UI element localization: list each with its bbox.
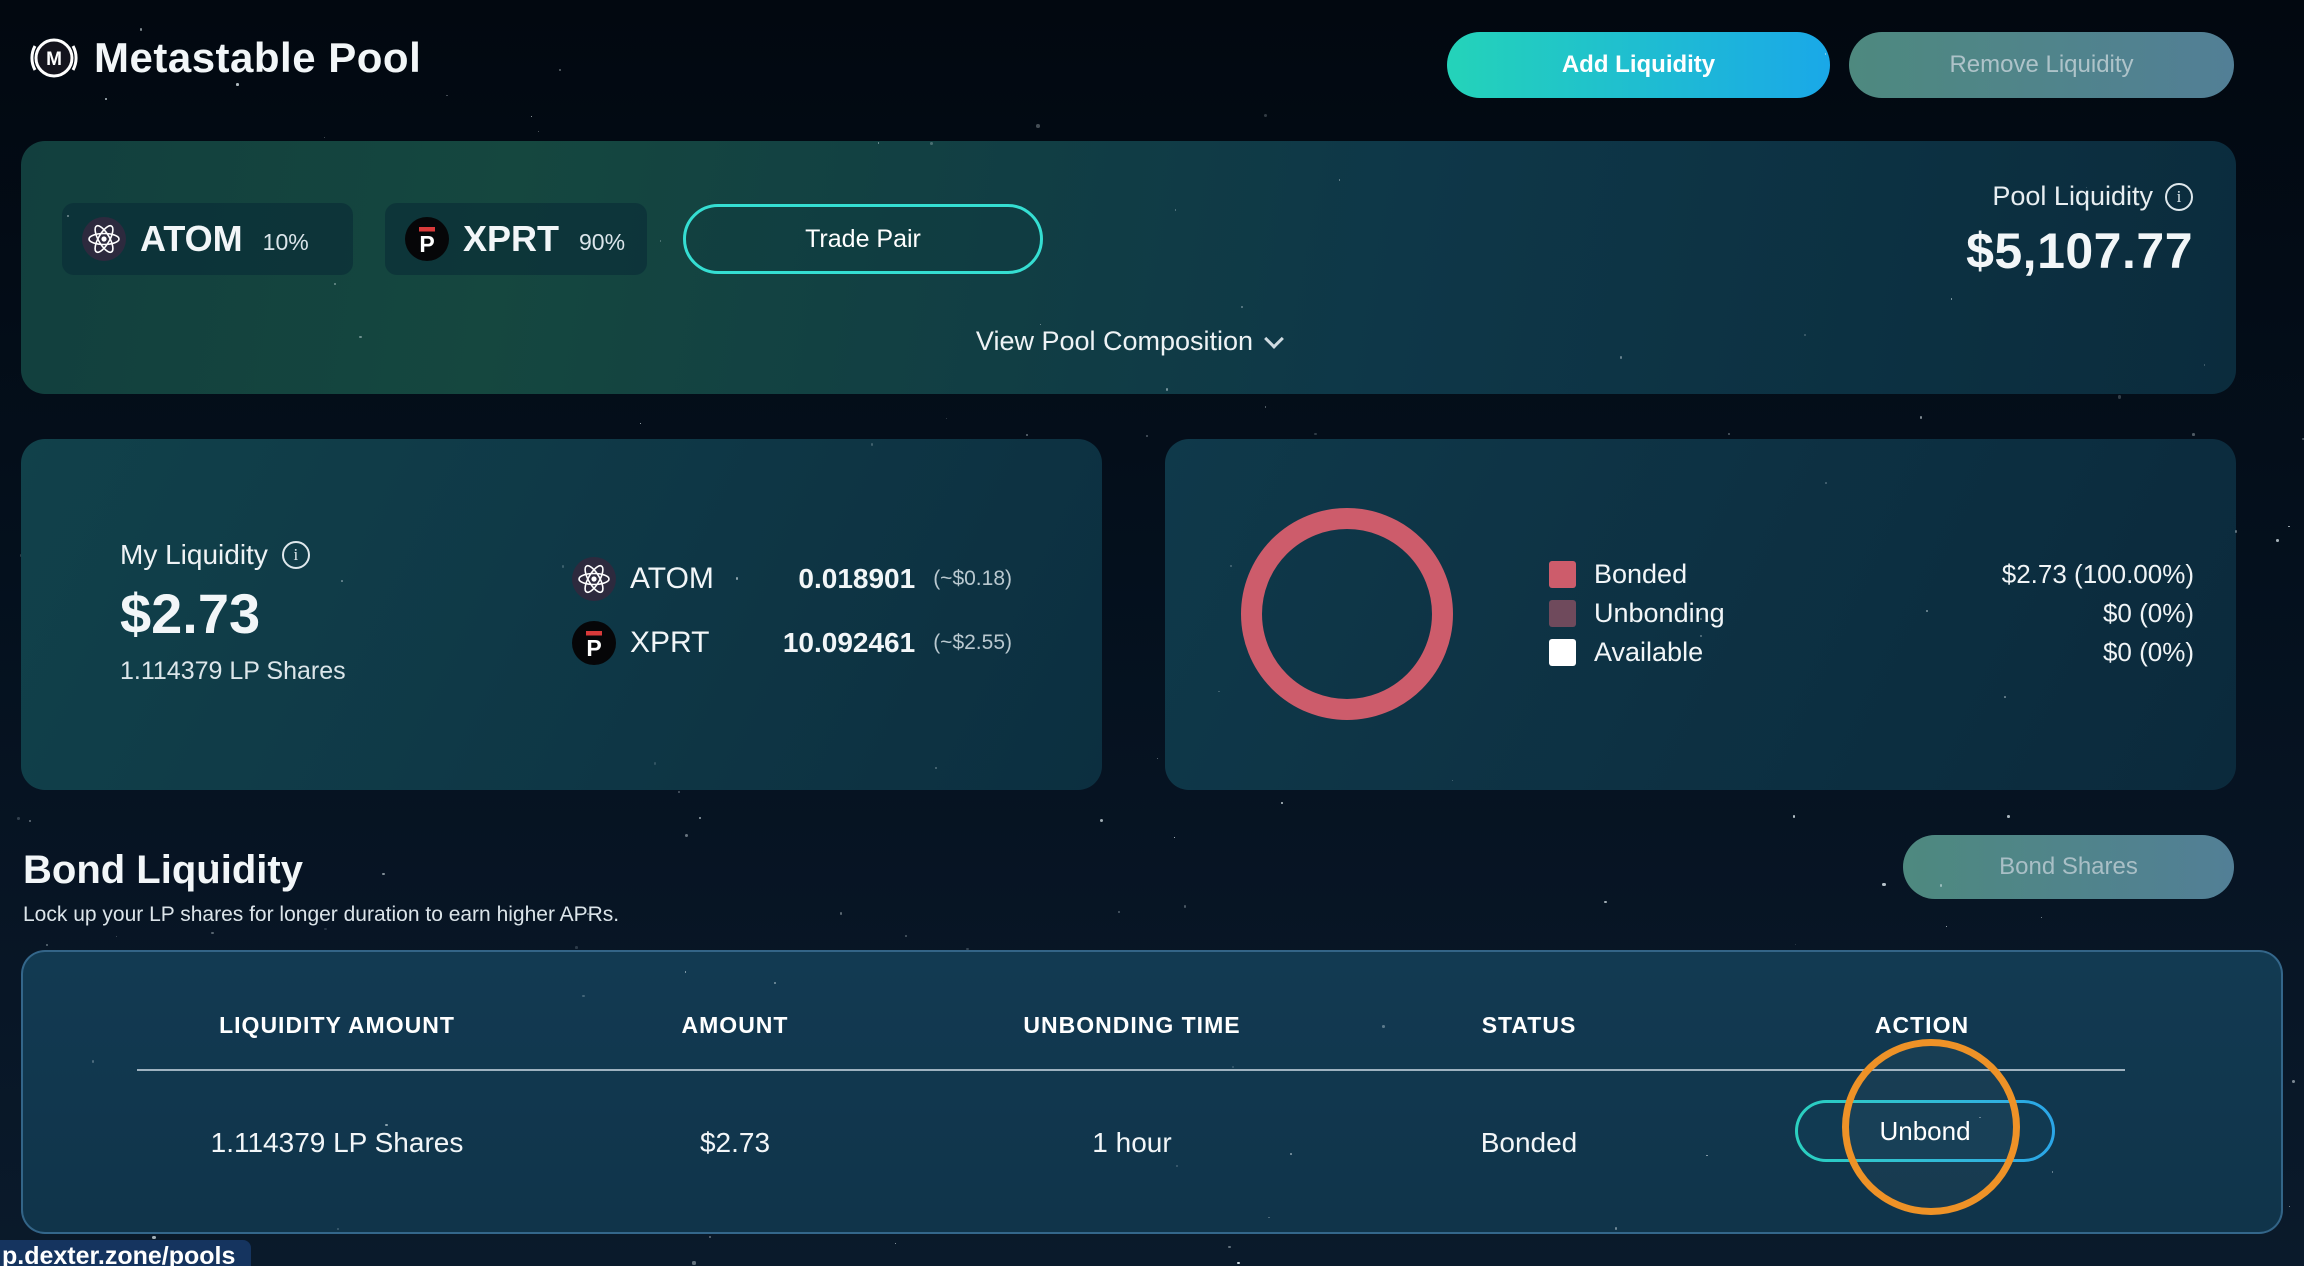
info-icon[interactable]: i xyxy=(2165,183,2193,211)
legend-swatch xyxy=(1549,639,1576,666)
pool-liquidity-value: $5,107.77 xyxy=(1966,222,2193,280)
xprt-icon: P xyxy=(572,621,616,665)
column-header-action: ACTION xyxy=(1722,1012,2122,1039)
svg-text:P: P xyxy=(419,231,434,257)
legend-label: Bonded xyxy=(1594,559,1687,590)
legend-label: Unbonding xyxy=(1594,598,1725,629)
token-symbol: XPRT xyxy=(463,218,559,260)
trade-pair-button[interactable]: Trade Pair xyxy=(683,204,1043,274)
xprt-icon: P xyxy=(405,217,449,261)
legend-item-bonded: Bonded $2.73 (100.00%) xyxy=(1549,561,2194,588)
token-weight: 10% xyxy=(263,223,309,256)
pool-overview-card: ATOM 10% P XPRT 90% Trade Pair View Pool… xyxy=(21,141,2236,394)
remove-liquidity-button[interactable]: Remove Liquidity xyxy=(1849,32,2234,98)
column-header-amount: AMOUNT xyxy=(535,1012,935,1039)
my-liquidity-label: My Liquidity xyxy=(120,539,268,571)
token-weight: 90% xyxy=(579,223,625,256)
token-badge-xprt: P XPRT 90% xyxy=(385,203,647,275)
add-liquidity-button[interactable]: Add Liquidity xyxy=(1447,32,1830,98)
token-symbol: XPRT xyxy=(630,626,709,660)
unbond-button-label: Unbond xyxy=(1798,1103,2052,1159)
token-badge-atom: ATOM 10% xyxy=(62,203,353,275)
chevron-down-icon xyxy=(1264,329,1284,349)
legend-value: $2.73 (100.00%) xyxy=(2002,559,2194,590)
legend-swatch xyxy=(1549,600,1576,627)
my-liquidity-card: My Liquidity i $2.73 1.114379 LP Shares … xyxy=(21,439,1102,790)
bond-table-card: LIQUIDITY AMOUNT AMOUNT UNBONDING TIME S… xyxy=(21,950,2283,1234)
token-amount: 0.018901 xyxy=(798,563,915,595)
bond-liquidity-subtitle: Lock up your LP shares for longer durati… xyxy=(23,903,619,927)
allocation-donut-chart xyxy=(1241,508,1453,720)
token-amount-row: ATOM 0.018901 (~$0.18) xyxy=(572,557,1012,601)
bond-shares-button[interactable]: Bond Shares xyxy=(1903,835,2234,899)
svg-text:P: P xyxy=(586,635,601,661)
token-approx-value: (~$0.18) xyxy=(933,567,1012,591)
legend-label: Available xyxy=(1594,637,1703,668)
lp-shares-text: 1.114379 LP Shares xyxy=(120,657,346,686)
app-logo-icon: M xyxy=(26,30,82,86)
app-window: M Metastable Pool Add Liquidity Remove L… xyxy=(0,0,2304,1266)
header-divider xyxy=(137,1069,2125,1071)
cell-liquidity-amount: 1.114379 LP Shares xyxy=(137,1112,537,1174)
page-title: Metastable Pool xyxy=(94,34,421,82)
atom-icon xyxy=(82,217,126,261)
token-amount-row: P XPRT 10.092461 (~$2.55) xyxy=(572,621,1012,665)
cell-status: Bonded xyxy=(1329,1112,1729,1174)
liquidity-allocation-card: Bonded $2.73 (100.00%) Unbonding $0 (0%)… xyxy=(1165,439,2236,790)
unbond-button[interactable]: Unbond xyxy=(1795,1100,2055,1162)
column-header-unbonding-time: UNBONDING TIME xyxy=(932,1012,1332,1039)
legend-value: $0 (0%) xyxy=(2103,598,2194,629)
legend-swatch xyxy=(1549,561,1576,588)
column-header-status: STATUS xyxy=(1329,1012,1729,1039)
atom-icon xyxy=(572,557,616,601)
cell-unbonding-time: 1 hour xyxy=(932,1112,1332,1174)
view-pool-composition-toggle[interactable]: View Pool Composition xyxy=(21,326,2236,357)
token-approx-value: (~$2.55) xyxy=(933,631,1012,655)
legend-item-available: Available $0 (0%) xyxy=(1549,639,2194,666)
legend-value: $0 (0%) xyxy=(2103,637,2194,668)
legend-item-unbonding: Unbonding $0 (0%) xyxy=(1549,600,2194,627)
info-icon[interactable]: i xyxy=(282,541,310,569)
view-pool-composition-label: View Pool Composition xyxy=(976,326,1253,357)
pool-liquidity-label: Pool Liquidity xyxy=(1992,181,2153,212)
status-bar-link-preview: p.dexter.zone/pools xyxy=(0,1240,251,1266)
svg-text:M: M xyxy=(46,49,62,70)
token-symbol: ATOM xyxy=(140,218,243,260)
token-symbol: ATOM xyxy=(630,562,714,596)
my-liquidity-value: $2.73 xyxy=(120,581,260,646)
column-header-liquidity-amount: LIQUIDITY AMOUNT xyxy=(137,1012,537,1039)
token-amount: 10.092461 xyxy=(783,627,915,659)
bond-liquidity-title: Bond Liquidity xyxy=(23,848,303,893)
cell-amount: $2.73 xyxy=(535,1112,935,1174)
